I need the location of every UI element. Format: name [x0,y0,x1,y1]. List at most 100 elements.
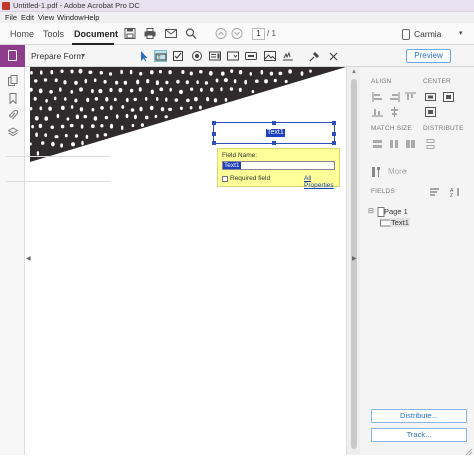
center-both-icon[interactable] [425,107,436,117]
chevron-down-icon[interactable]: ▾ [404,168,407,175]
resize-handle[interactable] [212,141,216,145]
polka-dot [96,133,99,138]
polka-dot [104,115,109,120]
polka-dot [38,88,43,94]
resize-handle[interactable] [272,141,276,145]
user-name[interactable]: Carmia [414,29,441,39]
radio-button-tool-icon[interactable] [191,50,204,62]
polka-dot [190,87,194,91]
match-both-icon[interactable] [405,139,416,149]
collapse-left-panel-icon[interactable]: ◀ [26,255,31,262]
text-field-tool-icon[interactable]: T [154,50,167,62]
list-box-tool-icon[interactable] [209,50,222,62]
polka-dot [50,70,54,75]
align-bottom-icon[interactable] [372,107,383,117]
resize-grip-icon[interactable] [465,447,473,456]
match-width-icon[interactable] [372,139,383,149]
bookmark-icon[interactable] [8,93,18,105]
align-top-icon[interactable] [405,92,416,102]
search-icon[interactable] [185,28,197,39]
svg-text:Z: Z [450,193,453,197]
sort-fields-icon[interactable] [430,187,441,197]
expand-tree-icon[interactable]: ⊟ [368,207,374,215]
polka-dot [220,87,223,92]
print-icon[interactable] [144,28,156,39]
distribute-vertical-icon[interactable] [425,139,436,149]
prepare-form-label[interactable]: Prepare Form [31,51,83,61]
text-field-text1[interactable]: Text1 [212,121,336,145]
menu-file[interactable]: File [5,13,17,22]
polka-dot [35,132,38,137]
layers-icon[interactable] [7,127,19,138]
match-height-icon[interactable] [389,139,400,149]
chevron-down-icon[interactable]: ▾ [82,52,85,59]
resize-handle[interactable] [332,132,336,136]
polka-dot [139,106,143,112]
signature-tool-icon[interactable] [282,50,295,62]
tree-page-1[interactable]: Page 1 [384,207,408,216]
field-name-input[interactable]: Text1 [222,161,335,170]
align-right-icon[interactable] [389,92,400,102]
pin-icon[interactable] [308,50,321,62]
polka-dot [150,70,154,75]
select-tool-icon[interactable] [137,50,150,62]
required-field-checkbox[interactable] [222,176,228,182]
polka-dot [129,88,134,93]
window-titlebar: Untitled-1.pdf - Adobe Acrobat Pro DC [0,0,474,12]
resize-handle[interactable] [272,121,276,125]
align-left-icon[interactable] [372,92,383,102]
polka-dot [79,107,84,112]
polka-dot [41,141,45,145]
previous-page-icon[interactable] [215,28,227,39]
tab-home[interactable]: Home [10,29,34,39]
polka-dot [273,78,277,83]
center-horizontal-icon[interactable] [425,92,436,102]
polka-dot [149,105,154,111]
tree-field-text1[interactable]: Text1 [390,218,410,227]
checkbox-tool-icon[interactable] [172,50,185,62]
sort-alphabetical-icon[interactable]: AZ [450,187,461,199]
align-horizontal-center-icon[interactable] [389,107,400,117]
menu-help[interactable]: Help [84,13,99,22]
resize-handle[interactable] [212,121,216,125]
page-thumbnails-icon[interactable] [8,75,18,86]
center-vertical-icon[interactable] [443,92,454,102]
scrollbar-thumb[interactable] [351,79,357,449]
attachment-icon[interactable] [8,109,19,121]
menu-edit[interactable]: Edit [21,13,34,22]
polka-dot [64,133,68,138]
polka-dot [189,106,193,110]
tab-tools[interactable]: Tools [43,29,64,39]
panel-divider [6,181,110,182]
polka-dot [53,96,57,101]
distribute-button[interactable]: Distribute... [371,409,467,423]
resize-handle[interactable] [332,121,336,125]
dropdown-tool-icon[interactable] [227,50,240,62]
mobile-device-icon[interactable] [402,29,410,40]
polka-dot [200,87,203,92]
collapse-right-panel-icon[interactable]: ▶ [352,255,357,262]
track-button[interactable]: Track... [371,428,467,442]
scroll-up-icon[interactable]: ▲ [351,69,357,75]
menu-window[interactable]: Window [57,13,84,22]
polka-dot [64,97,67,101]
image-tool-icon[interactable] [264,50,277,62]
all-properties-link[interactable]: All Properties [304,175,339,189]
tools-icon[interactable] [371,167,382,177]
close-form-editing-icon[interactable] [327,50,340,62]
preview-button[interactable]: Preview [406,49,451,63]
save-icon[interactable] [124,28,136,39]
next-page-icon[interactable] [231,28,243,39]
polka-dot [254,79,259,83]
page-number-input[interactable]: 1 [252,28,265,40]
button-tool-icon[interactable] [245,50,258,62]
prepare-form-icon[interactable] [0,45,25,67]
chevron-down-icon[interactable]: ▾ [459,29,463,37]
menu-view[interactable]: View [38,13,54,22]
document-scrollbar[interactable]: ▲ ▶ [346,67,360,455]
resize-handle[interactable] [332,141,336,145]
tab-document[interactable]: Document [74,29,118,39]
email-icon[interactable] [165,28,177,39]
resize-handle[interactable] [212,132,216,136]
polka-dot [33,96,37,101]
